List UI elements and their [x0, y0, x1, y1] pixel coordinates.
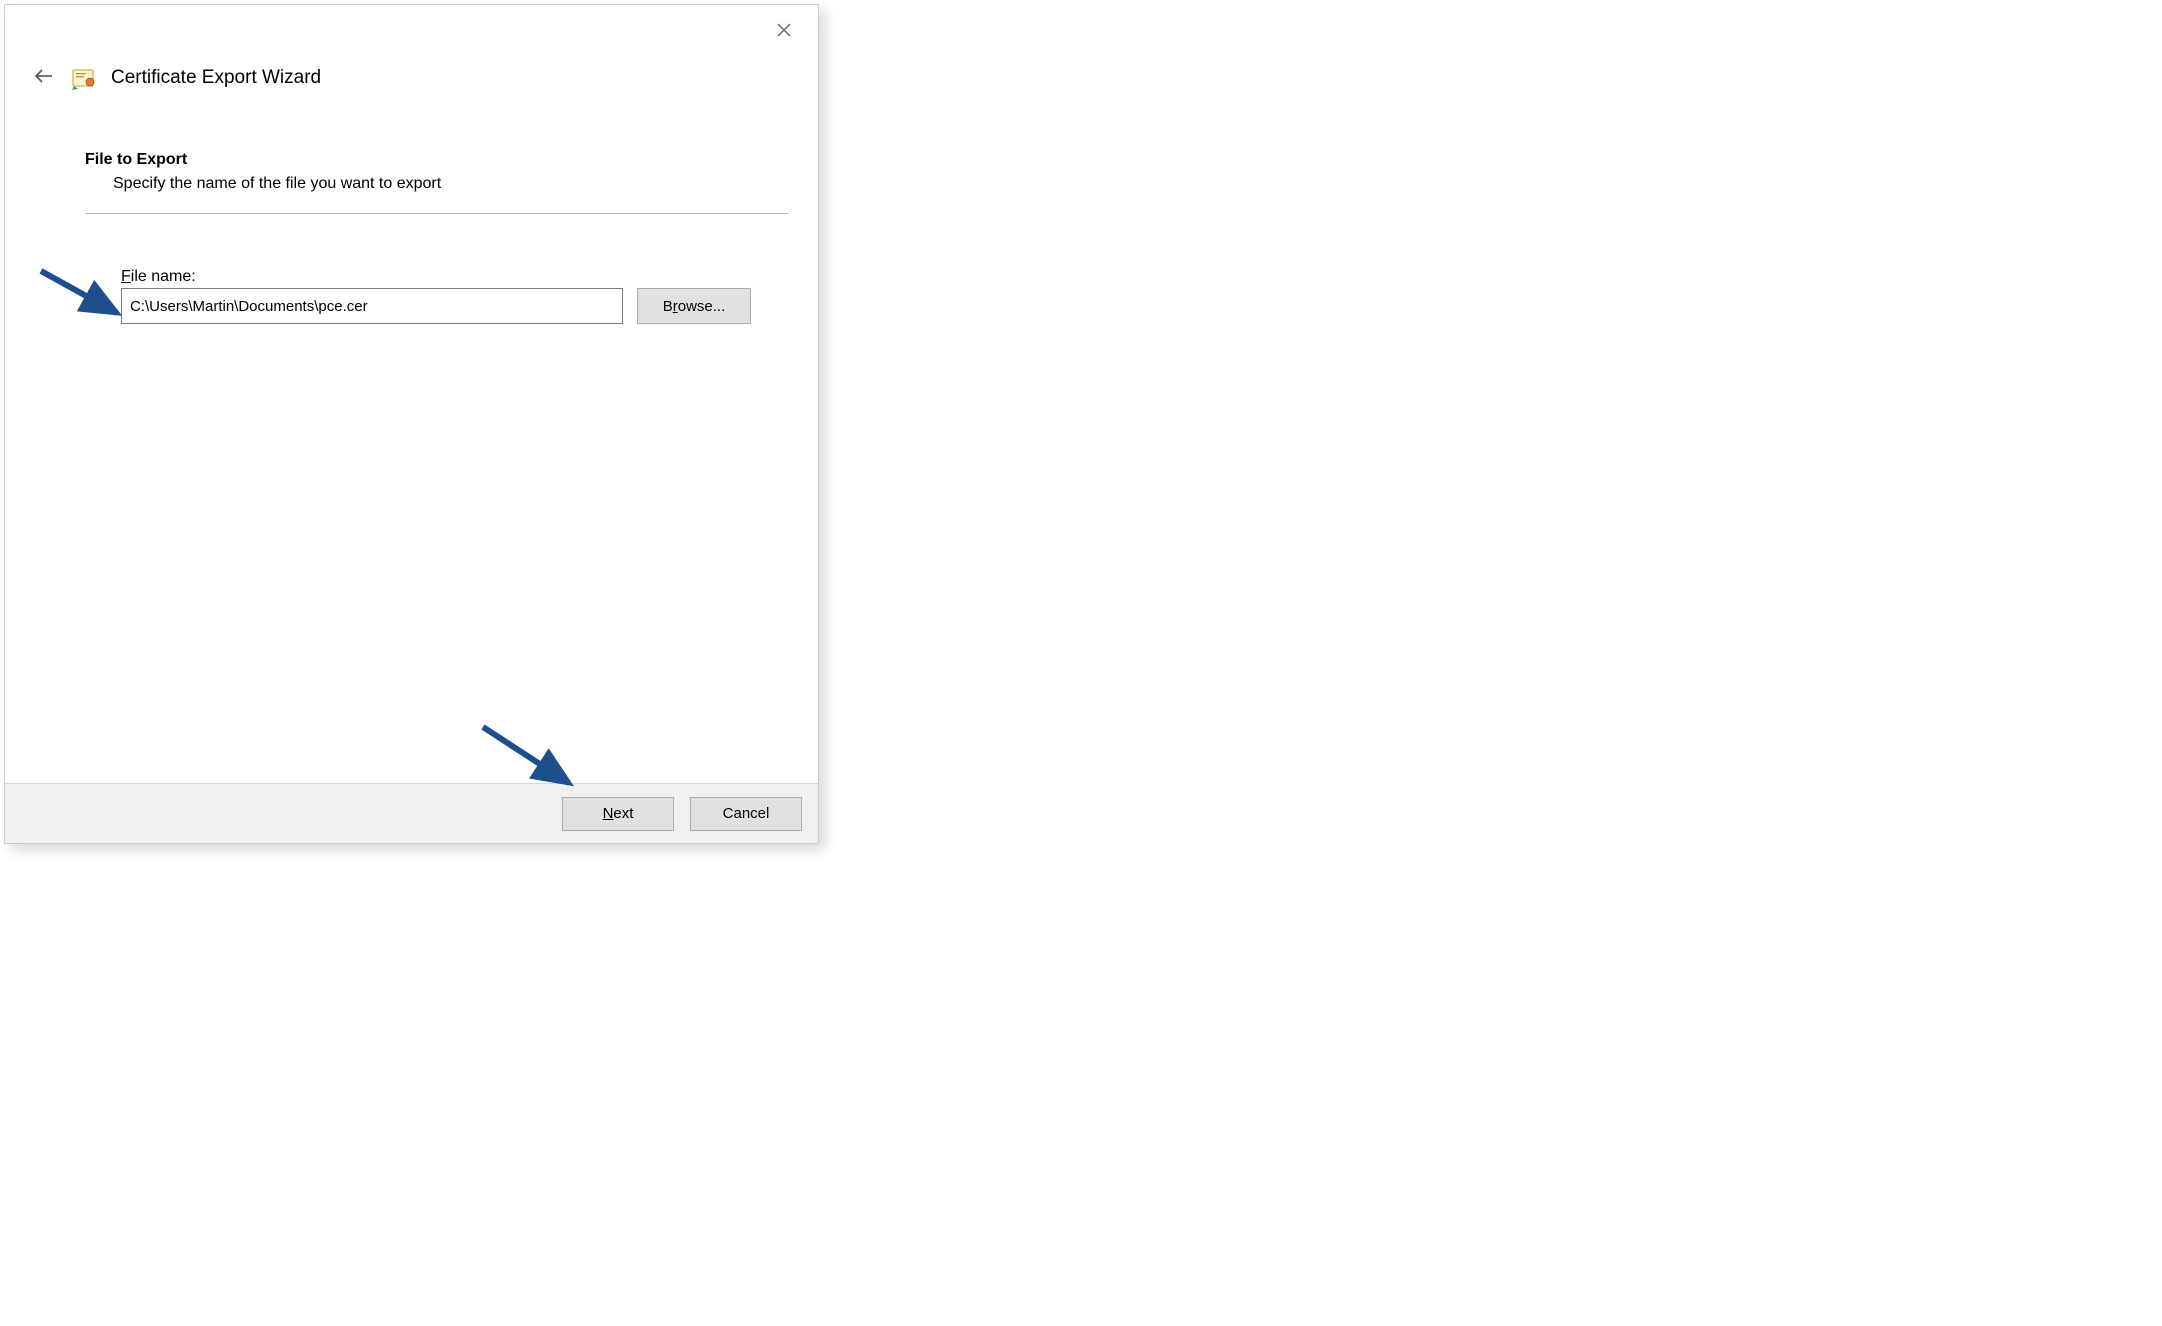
file-name-input[interactable]	[121, 288, 623, 324]
titlebar	[5, 5, 818, 55]
back-button[interactable]	[31, 67, 57, 90]
wizard-title: Certificate Export Wizard	[111, 67, 321, 89]
section-heading: File to Export	[85, 151, 788, 169]
certificate-icon	[71, 65, 97, 91]
next-button[interactable]: Next	[562, 797, 674, 831]
file-field-group: File name: Browse...	[121, 268, 788, 324]
wizard-content: File to Export Specify the name of the f…	[5, 91, 818, 783]
close-button[interactable]	[764, 15, 804, 45]
browse-button[interactable]: Browse...	[637, 288, 751, 324]
close-icon	[777, 23, 791, 37]
cancel-button[interactable]: Cancel	[690, 797, 802, 831]
wizard-window: Certificate Export Wizard File to Export…	[4, 4, 819, 844]
wizard-footer: Next Cancel	[5, 783, 818, 843]
section-description: Specify the name of the file you want to…	[113, 175, 788, 193]
file-name-label: File name:	[121, 268, 788, 286]
file-input-row: Browse...	[121, 288, 788, 324]
wizard-header: Certificate Export Wizard	[5, 55, 818, 91]
back-arrow-icon	[34, 68, 54, 84]
divider	[85, 213, 788, 214]
